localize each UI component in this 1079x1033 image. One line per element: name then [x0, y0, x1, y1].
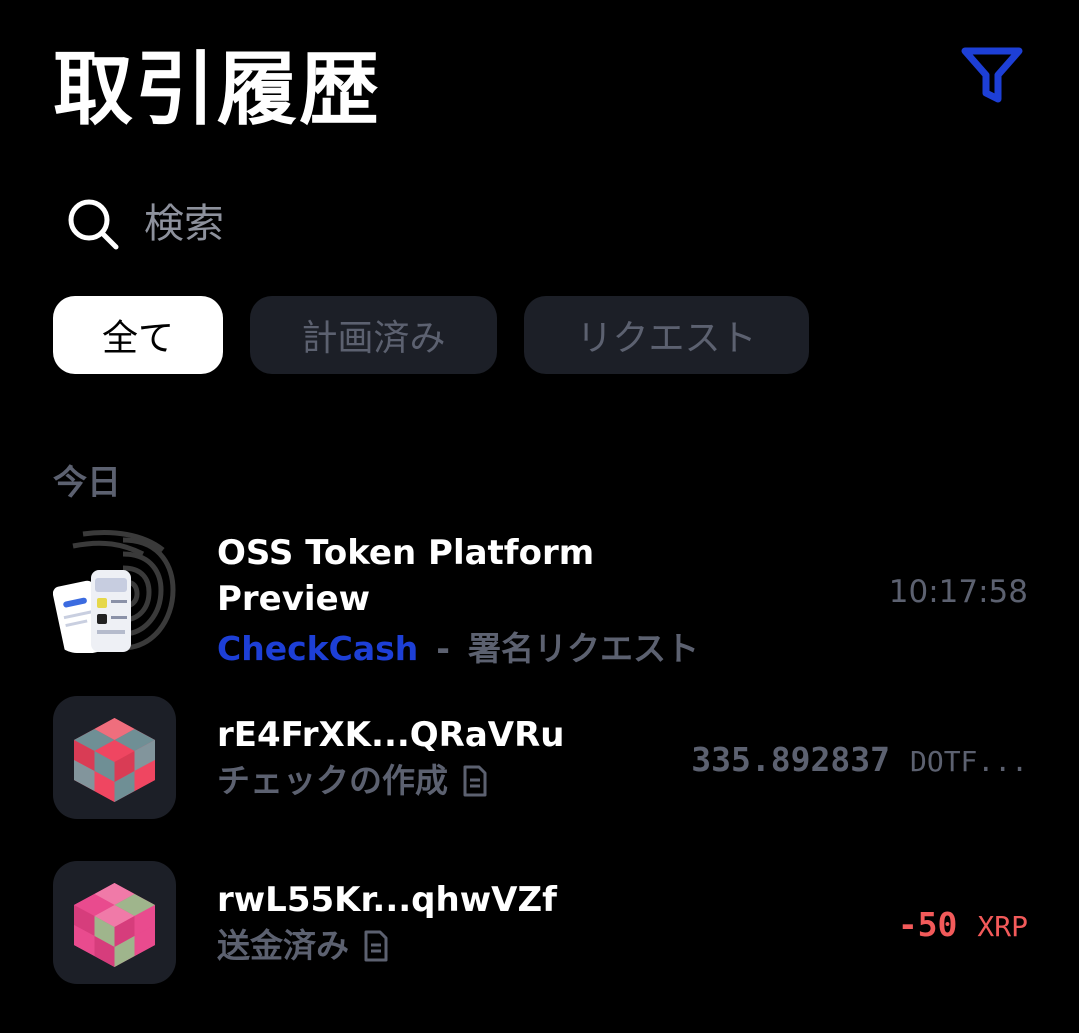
tab-all[interactable]: 全て [53, 296, 223, 374]
transaction-currency: DOTF... [909, 745, 1028, 778]
filter-icon [961, 47, 1023, 103]
transaction-currency: XRP [977, 910, 1028, 943]
search-input[interactable] [144, 201, 544, 247]
app-thumbnail [53, 530, 176, 653]
section-header-today: 今日 [53, 463, 121, 503]
transaction-amount: -50 [897, 905, 958, 944]
transaction-row[interactable]: rE4FrXK...QRaVRu チェックの作成 335.892837 DOTF… [53, 696, 1028, 819]
transaction-source: CheckCash [217, 629, 419, 668]
account-address: rE4FrXK...QRaVRu [217, 715, 565, 755]
memo-icon [462, 765, 488, 797]
account-address: rwL55Kr...qhwVZf [217, 880, 557, 920]
search-bar[interactable] [66, 192, 666, 256]
page-title: 取引履歴 [53, 43, 381, 136]
tab-planned[interactable]: 計画済み [250, 296, 497, 374]
transaction-row[interactable]: OSS Token Platform Preview CheckCash - 署… [53, 530, 1028, 668]
transaction-amount: 335.892837 [691, 740, 890, 779]
transaction-title: OSS Token Platform [217, 533, 595, 573]
account-avatar [53, 861, 176, 984]
transaction-type: 送金済み [217, 926, 349, 965]
account-avatar [53, 696, 176, 819]
filter-button[interactable] [956, 42, 1028, 108]
memo-icon [363, 930, 389, 962]
tab-requests[interactable]: リクエスト [524, 296, 809, 374]
filter-tabs: 全て 計画済み リクエスト [53, 296, 836, 374]
transaction-title-line2: Preview [217, 579, 371, 619]
transaction-time: 10:17:58 [888, 574, 1028, 610]
transaction-row[interactable]: rwL55Kr...qhwVZf 送金済み -50 XRP [53, 861, 1028, 984]
search-icon [68, 199, 119, 250]
transaction-type: 署名リクエスト [467, 629, 699, 668]
separator: - [436, 629, 450, 668]
transaction-type: チェックの作成 [217, 761, 448, 800]
